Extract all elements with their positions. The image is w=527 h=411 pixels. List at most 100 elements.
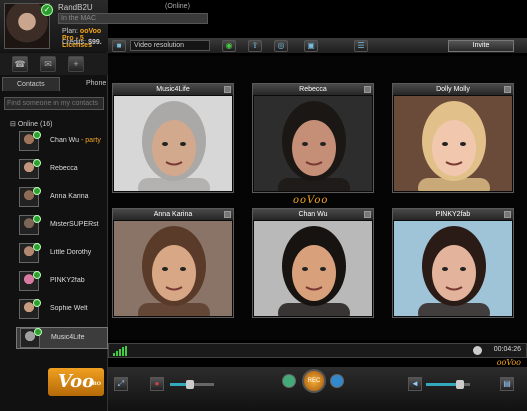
bottom-brand: ooVoo bbox=[496, 358, 521, 367]
collapse-icon[interactable]: ⊟ bbox=[10, 121, 18, 128]
tile-title-bar: Chan Wu bbox=[253, 209, 373, 220]
participant-video bbox=[394, 96, 512, 191]
plan-label: Plan: bbox=[62, 28, 78, 35]
chat-icon[interactable] bbox=[282, 374, 296, 388]
contact-name: Rebecca bbox=[50, 165, 78, 172]
tile-title-bar: Rebecca bbox=[253, 84, 373, 95]
contact-item[interactable]: Chan Wu - party bbox=[16, 131, 108, 153]
record-video-icon[interactable]: ▣ bbox=[304, 40, 318, 52]
credits-label: Credits: bbox=[62, 39, 87, 46]
participant-name: Dolly Molly bbox=[436, 86, 470, 93]
speaker-icon[interactable]: ◄ bbox=[408, 377, 422, 391]
tile-close-icon[interactable] bbox=[504, 86, 511, 93]
snapshot-icon[interactable]: ◎ bbox=[274, 40, 288, 52]
participant-name: Music4Life bbox=[156, 86, 190, 93]
video-settings-icon[interactable]: ▤ bbox=[500, 377, 514, 391]
participant-video bbox=[254, 96, 372, 191]
share-icon[interactable]: ⇪ bbox=[248, 40, 262, 52]
tile-close-icon[interactable] bbox=[224, 86, 231, 93]
pro-badge: PRO bbox=[88, 381, 101, 387]
message-icon[interactable]: ✉ bbox=[40, 56, 56, 72]
invite-button[interactable]: Invite bbox=[448, 40, 514, 52]
mic-volume-slider[interactable] bbox=[170, 380, 214, 389]
contact-item[interactable]: Little Dorothy bbox=[16, 243, 108, 265]
tile-title-bar: Dolly Molly bbox=[393, 84, 513, 95]
oovoo-logo: Voo PRO bbox=[48, 368, 104, 396]
video-tile[interactable]: Rebecca bbox=[252, 83, 374, 193]
add-contact-icon[interactable]: + bbox=[68, 56, 84, 72]
video-feed bbox=[254, 221, 372, 316]
online-icon bbox=[34, 328, 42, 336]
resolution-select[interactable]: Video resolution bbox=[130, 40, 210, 51]
tile-close-icon[interactable] bbox=[504, 211, 511, 218]
clock-icon bbox=[473, 346, 482, 355]
stage-brand: ooVoo bbox=[293, 195, 329, 206]
tile-close-icon[interactable] bbox=[364, 211, 371, 218]
tab-phone[interactable]: Phone bbox=[72, 77, 106, 91]
online-icon bbox=[33, 159, 41, 167]
profile-name: RandB2U bbox=[58, 3, 93, 12]
video-feed bbox=[114, 221, 232, 316]
tile-title-bar: Music4Life bbox=[113, 84, 233, 95]
online-status-icon: ✓ bbox=[41, 4, 53, 16]
participant-name: PINKY2fab bbox=[435, 211, 471, 218]
contact-item[interactable]: Rebecca bbox=[16, 159, 108, 181]
settings-icon[interactable]: ☰ bbox=[354, 40, 368, 52]
online-icon bbox=[33, 299, 41, 307]
contact-tabs: Contacts Phone bbox=[0, 77, 108, 91]
contact-item[interactable]: Sophie Welt bbox=[16, 299, 108, 321]
mood-input[interactable]: In the MAC bbox=[58, 13, 208, 24]
search-input[interactable] bbox=[4, 97, 104, 110]
credits-row: Credits: $99. bbox=[62, 39, 102, 46]
profile-panel: ✓ RandB2U (Online) In the MAC Plan: ooVo… bbox=[0, 0, 208, 52]
call-timeline: 00:04:26 bbox=[108, 343, 527, 358]
call-controls: ⤢ ● REC ◄ ▤ bbox=[108, 367, 527, 411]
video-tile[interactable]: Music4Life bbox=[112, 83, 234, 193]
video-feed bbox=[394, 221, 512, 316]
tab-contacts[interactable]: Contacts bbox=[2, 77, 60, 91]
video-tile[interactable]: Chan Wu bbox=[252, 208, 374, 318]
record-button[interactable]: REC bbox=[302, 369, 326, 393]
tile-title-bar: Anna Karina bbox=[113, 209, 233, 220]
video-tile[interactable]: PINKY2fab bbox=[392, 208, 514, 318]
participant-video bbox=[114, 96, 232, 191]
contact-item[interactable]: Music4Life bbox=[16, 327, 108, 349]
tile-close-icon[interactable] bbox=[224, 211, 231, 218]
video-tile[interactable]: Dolly Molly bbox=[392, 83, 514, 193]
video-grid: Music4Life Rebecca Dolly Molly Anna Karina C… bbox=[108, 56, 527, 340]
video-feed bbox=[114, 96, 232, 191]
sidebar-toolbar: ☎ ✉ + bbox=[0, 53, 108, 75]
signal-strength-icon bbox=[113, 346, 127, 356]
call-icon[interactable]: ☎ bbox=[12, 56, 28, 72]
fullscreen-icon[interactable]: ⤢ bbox=[114, 377, 128, 391]
call-duration: 00:04:26 bbox=[493, 346, 521, 353]
contact-name: Chan Wu - party bbox=[50, 137, 101, 144]
layout-icon[interactable]: ◉ bbox=[222, 40, 236, 52]
online-icon bbox=[33, 131, 41, 139]
group-label: Online (16) bbox=[17, 121, 53, 128]
contact-item[interactable]: PINKY2fab bbox=[16, 271, 108, 293]
tile-close-icon[interactable] bbox=[364, 86, 371, 93]
participant-name: Chan Wu bbox=[298, 211, 328, 218]
online-icon bbox=[33, 187, 41, 195]
online-group-header[interactable]: ⊟ Online (16) bbox=[10, 120, 52, 128]
contact-name: Sophie Welt bbox=[50, 305, 88, 312]
speaker-volume-slider[interactable] bbox=[426, 380, 470, 389]
video-feed bbox=[254, 96, 372, 191]
participant-video bbox=[394, 221, 512, 316]
contact-name: Music4Life bbox=[51, 334, 85, 341]
video-tile[interactable]: Anna Karina bbox=[112, 208, 234, 318]
participant-video bbox=[254, 221, 372, 316]
contact-name: Anna Karina bbox=[50, 193, 89, 200]
end-call-icon[interactable] bbox=[330, 374, 344, 388]
contact-item[interactable]: Anna Karina bbox=[16, 187, 108, 209]
online-icon bbox=[33, 271, 41, 279]
camera-icon[interactable]: ■ bbox=[112, 40, 126, 52]
profile-status[interactable]: (Online) bbox=[165, 3, 190, 10]
credits-value: $99. bbox=[88, 39, 102, 46]
sidebar: ✓ RandB2U (Online) In the MAC Plan: ooVo… bbox=[0, 0, 208, 411]
participant-name: Rebecca bbox=[299, 86, 327, 93]
mic-icon[interactable]: ● bbox=[150, 377, 164, 391]
contact-item[interactable]: MisterSUPERst bbox=[16, 215, 108, 237]
contact-name: Little Dorothy bbox=[50, 249, 92, 256]
